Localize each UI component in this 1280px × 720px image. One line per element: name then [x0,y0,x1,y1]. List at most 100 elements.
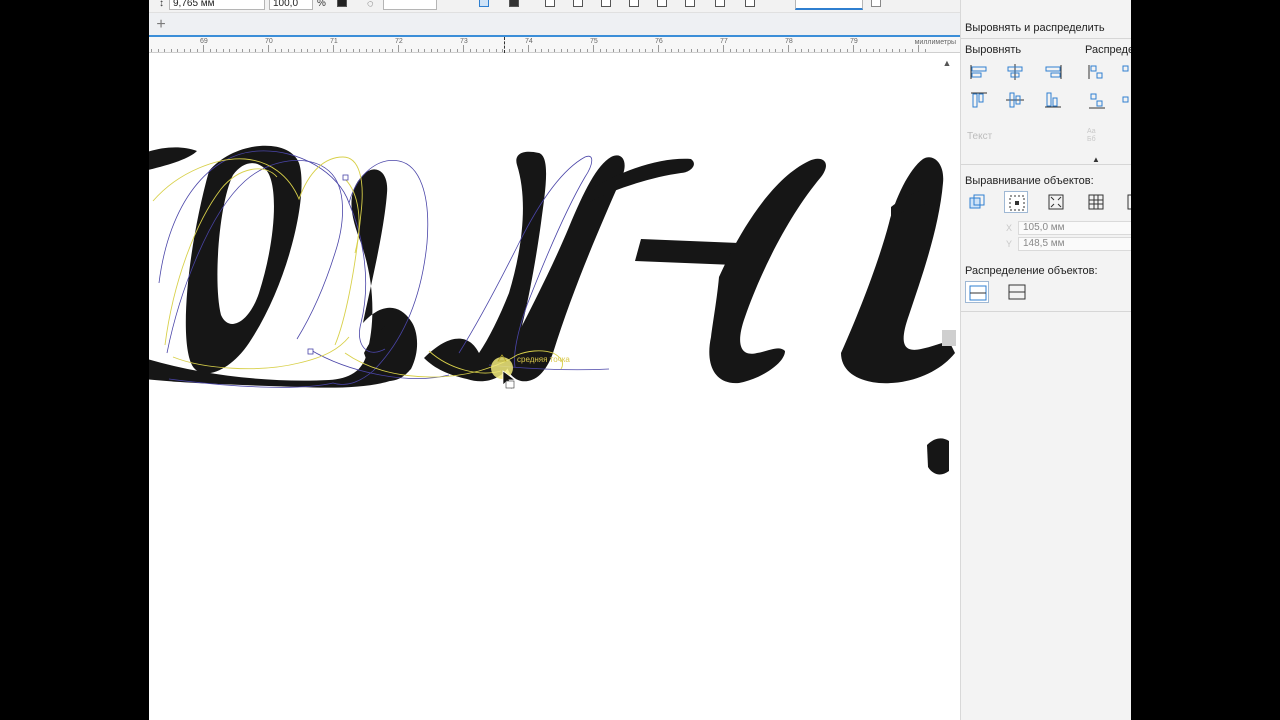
distribute-center-button[interactable] [1119,61,1131,83]
ruler-tick [476,49,477,52]
ruler-tick [827,49,828,52]
align-center-h-icon [1007,64,1023,80]
ruler-tick [437,49,438,52]
ruler-tick [716,49,718,52]
ruler-tick [385,49,386,52]
pointer-badge-icon [505,380,515,389]
artwork [149,145,955,475]
align-right-button[interactable] [1041,61,1065,83]
ruler-tick [248,49,250,52]
toolbar-button-2[interactable] [573,0,583,7]
ruler-tick [203,45,204,52]
ruler-tick [268,45,269,52]
ruler-tick [326,49,328,52]
distribute-page-icon [1008,284,1026,300]
ruler-tick [612,49,614,52]
ruler-tick [216,49,217,52]
ruler-tick [658,45,659,52]
add-tab-icon[interactable]: + [151,16,171,34]
ruler-tick [307,49,308,52]
ruler-tick [898,49,900,52]
toolbar-button-1[interactable] [545,0,555,7]
distribute-to-page-button[interactable] [1005,281,1029,303]
ruler-tick [222,49,224,52]
align-left-button[interactable] [967,61,991,83]
ruler-label: 76 [655,38,663,45]
x-position-field[interactable]: 105,0 мм [1018,221,1131,235]
align-top-button[interactable] [967,89,991,111]
ruler-tick [235,49,237,52]
align-right-icon [1045,65,1062,79]
align-to-grid-button[interactable] [1084,191,1108,213]
curve-node[interactable] [307,348,314,355]
scale-field[interactable]: 100,0 [269,0,313,10]
y-position-field[interactable]: 148,5 мм [1018,237,1131,251]
ruler-tick [391,49,393,52]
ruler-tick [242,49,243,52]
rotation-icon: ◌ [367,0,374,10]
ruler-tick [352,49,354,52]
ruler-tick [638,49,640,52]
drawing-canvas[interactable]: средняя точка ▲ [149,53,960,720]
align-to-page-edge-button[interactable] [1004,191,1028,213]
ruler-tick [287,49,289,52]
ruler-tick [372,49,373,52]
horizontal-ruler[interactable]: 69 70 71 72 73 74 75 76 77 78 79 миллиме… [149,37,960,53]
ruler-tick [450,49,451,52]
toolbar-button-5[interactable] [657,0,667,7]
lock-ratio-button[interactable] [337,0,347,7]
toolbar-button-7[interactable] [715,0,725,7]
collapse-caret-icon[interactable]: ▲ [1092,155,1100,164]
distribute-left-button[interactable] [1085,61,1109,83]
object-height-field[interactable]: 9,765 мм [169,0,265,10]
distribute-middle-button[interactable] [1119,89,1131,111]
distribute-top-button[interactable] [1085,89,1109,111]
outline-button[interactable] [509,0,519,7]
vertical-scrollbar-thumb[interactable] [942,330,956,346]
distribute-to-selection-button[interactable] [965,281,989,303]
ruler-tick [541,49,542,52]
align-to-point-button[interactable] [1124,191,1131,213]
curve-node[interactable] [342,174,349,181]
text-align-icon[interactable]: Аа Бб [1087,128,1096,144]
ruler-tick [456,49,458,52]
align-center-h-button[interactable] [1003,61,1027,83]
ruler-tick [710,49,711,52]
mirror-button[interactable] [479,0,489,7]
align-bottom-button[interactable] [1041,89,1065,111]
ruler-tick [749,49,750,52]
ruler-tick [190,49,191,52]
ruler-tick [820,49,822,52]
distribute-section-label: Распреде [1085,44,1131,56]
align-center-v-button[interactable] [1003,89,1027,111]
ruler-tick [781,49,783,52]
divider [961,38,1131,39]
ruler-tick [755,49,757,52]
toolbar-button-9[interactable] [871,0,881,7]
ruler-tick [788,45,789,52]
toolbar-button-8[interactable] [745,0,755,7]
specified-point-icon [1127,194,1131,210]
toolbar-button-4[interactable] [629,0,639,7]
ruler-tick [274,49,276,52]
toolbar-button-6[interactable] [685,0,695,7]
ruler-tick [294,49,295,52]
rotation-field[interactable] [383,0,437,10]
divider [961,164,1131,165]
toolbar-button-3[interactable] [601,0,611,7]
ruler-tick [801,49,802,52]
ruler-tick [853,45,854,52]
text-icon-label-top: Аа [1087,128,1096,135]
ruler-tick [684,49,685,52]
document-tab-strip: + [149,13,960,37]
ruler-tick [333,45,334,52]
align-to-active-button[interactable] [965,191,989,213]
ruler-tick [593,45,594,52]
scroll-up-icon[interactable]: ▲ [940,56,954,70]
outline-width-field[interactable] [795,0,863,10]
ruler-tick [729,49,731,52]
align-to-page-center-button[interactable] [1044,191,1068,213]
ruler-tick [580,49,581,52]
distribute-objects-label: Распределение объектов: [965,265,1098,277]
ruler-tick [398,45,399,52]
